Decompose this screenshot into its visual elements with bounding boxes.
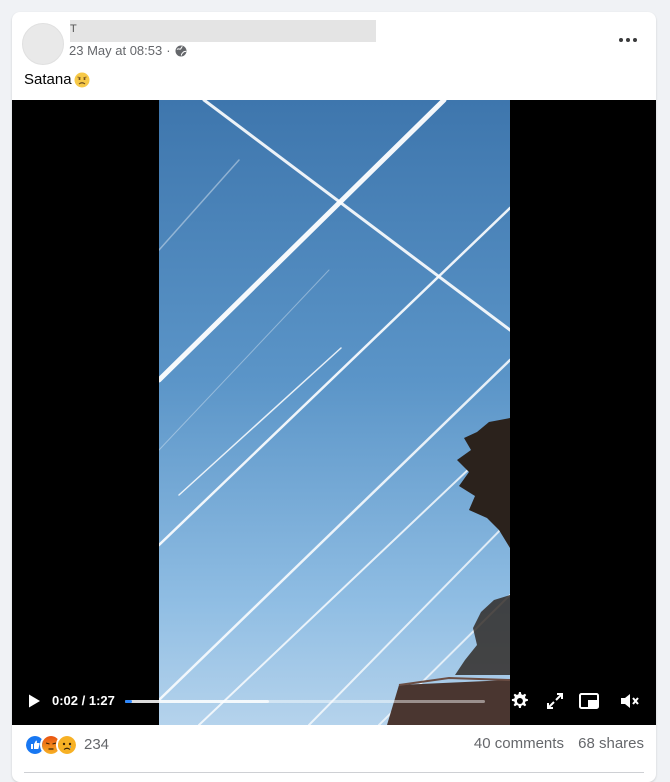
more-options-dot <box>626 38 630 42</box>
reactions-summary[interactable]: 234 <box>24 734 109 756</box>
post-meta: 23 May at 08:53 · <box>69 43 187 59</box>
post-caption: Satana <box>24 71 72 88</box>
more-options-button[interactable] <box>616 30 640 50</box>
sad-icon <box>56 734 78 756</box>
video-time: 0:02 / 1:27 <box>52 693 115 709</box>
play-icon[interactable] <box>26 693 42 709</box>
author-name-redacted <box>70 20 376 42</box>
time-separator: / <box>78 693 89 708</box>
settings-icon[interactable] <box>508 690 530 712</box>
video-controls: 0:02 / 1:27 <box>12 677 656 725</box>
meta-separator: · <box>166 43 171 58</box>
progress-bar[interactable] <box>125 700 485 703</box>
more-options-dot <box>633 38 637 42</box>
post-header: T 23 May at 08:53 · Satana <box>12 12 656 97</box>
more-options-icon <box>619 38 623 42</box>
picture-in-picture-icon[interactable] <box>578 690 600 712</box>
shares-count[interactable]: 68 shares <box>578 735 644 752</box>
reaction-count[interactable]: 234 <box>84 736 109 754</box>
comments-count[interactable]: 40 comments <box>474 735 564 752</box>
sky-contrails-image <box>159 100 510 725</box>
video-player[interactable]: 0:02 / 1:27 <box>12 100 656 725</box>
duration: 1:27 <box>88 693 115 708</box>
author-name-initial[interactable]: T <box>70 22 77 36</box>
post-text: Satana <box>24 70 90 90</box>
post-stats: 40 comments 68 shares <box>464 735 644 753</box>
globe-icon[interactable] <box>175 45 187 57</box>
post-timestamp[interactable]: 23 May at 08:53 <box>69 43 162 59</box>
post-footer: 234 40 comments 68 shares <box>12 725 656 773</box>
video-frame[interactable] <box>159 100 510 725</box>
footer-divider <box>24 772 644 773</box>
progress-played <box>125 700 133 703</box>
post-card: T 23 May at 08:53 · Satana 0:02 / 1:27 2… <box>12 12 656 782</box>
avatar[interactable] <box>22 23 64 65</box>
sad-face-emoji <box>74 72 90 88</box>
current-time: 0:02 <box>52 693 79 708</box>
fullscreen-icon[interactable] <box>544 690 566 712</box>
progress-buffer <box>125 700 269 703</box>
muted-speaker-icon[interactable] <box>618 690 640 712</box>
